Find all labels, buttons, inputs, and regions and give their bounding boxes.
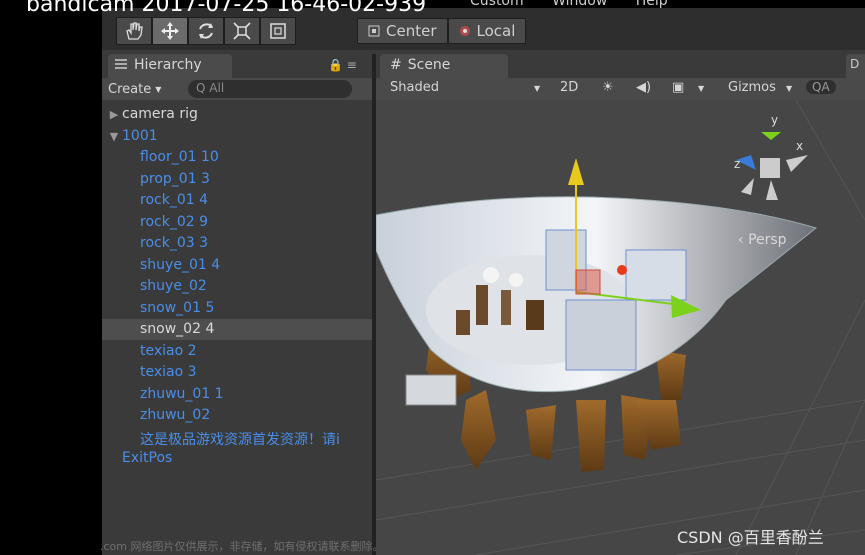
hand-icon (126, 22, 143, 40)
rotate-tool-button[interactable] (188, 17, 224, 45)
hierarchy-item[interactable]: rock_02 9 (102, 212, 372, 233)
csdn-watermark: CSDN @百里香酚兰 (677, 528, 824, 547)
tab-right-panel[interactable]: D (846, 54, 865, 78)
tab-hierarchy[interactable]: Hierarchy (108, 54, 232, 78)
hierarchy-item[interactable]: shuye_01 4 (102, 255, 372, 276)
hierarchy-item-label: texiao 3 (140, 364, 197, 380)
hand-tool-button[interactable] (116, 17, 152, 45)
hierarchy-item-label: 1001 (122, 127, 158, 144)
hierarchy-item[interactable]: rock_01 4 (102, 190, 372, 211)
hierarchy-item-label: camera rig (122, 106, 198, 122)
center-icon (368, 25, 380, 37)
lighting-toggle-icon[interactable]: ☀ (602, 80, 614, 95)
hierarchy-search-input[interactable]: Q All (188, 80, 352, 98)
scale-icon (233, 22, 251, 40)
hierarchy-search-placeholder: All (209, 81, 225, 95)
hierarchy-item[interactable]: ExitPos (102, 448, 372, 469)
shading-mode-dropdown[interactable]: Shaded (390, 80, 439, 95)
hierarchy-item[interactable]: snow_02 4 (102, 319, 372, 340)
scene-viewport[interactable]: y z x ‹ Persp (376, 100, 865, 555)
chevron-down-icon: ▼ (698, 84, 705, 93)
hierarchy-tree: ▶ camera rig ▼ 1001 floor_01 10 prop_01 3 rock… (102, 104, 372, 555)
search-icon: Q (196, 81, 206, 95)
create-label: Create (108, 81, 152, 97)
hierarchy-item[interactable]: shuye_02 (102, 276, 372, 297)
hierarchy-item-label: floor_01 10 (140, 149, 219, 165)
hierarchy-item-label: rock_03 3 (140, 235, 208, 251)
hierarchy-item-label: ExitPos (122, 450, 173, 466)
hierarchy-item[interactable]: ▼ 1001 (102, 126, 372, 147)
tab-scene[interactable]: # Scene (380, 54, 508, 78)
expand-arrow-down-icon[interactable]: ▼ (106, 130, 122, 143)
scene-grid-icon: # (390, 57, 402, 73)
lock-icon[interactable]: 🔒 ≡ (328, 58, 357, 72)
hierarchy-item[interactable]: 这是极品游戏资源首发资源！请i (102, 427, 372, 448)
hierarchy-item-label: rock_02 9 (140, 213, 208, 230)
hierarchy-item-label: shuye_01 4 (140, 256, 221, 273)
hierarchy-item[interactable]: zhuwu_01 1 (102, 384, 372, 405)
chevron-down-icon: ▼ (155, 84, 162, 94)
pivot-center-button[interactable]: Center (357, 18, 448, 44)
hierarchy-item-label: snow_02 4 (140, 321, 215, 337)
hierarchy-item-label: 这是极品游戏资源首发资源！请i (140, 431, 340, 448)
chevron-left-icon: ‹ (738, 232, 744, 248)
move-icon (161, 22, 179, 40)
pivot-toggle-group: Center Local (357, 18, 527, 44)
axis-x-label: x (796, 139, 803, 153)
hierarchy-toolbar: Create ▼ Q All (102, 78, 372, 100)
scene-search-placeholder: A (821, 80, 830, 94)
pivot-local-label: Local (476, 22, 516, 40)
rotate-icon (199, 23, 213, 39)
chevron-down-icon: ▼ (534, 84, 541, 93)
hierarchy-item-label: zhuwu_01 1 (140, 385, 224, 402)
persp-label-text: Persp (748, 232, 787, 248)
image-disclaimer-watermark: .com 网络图片仅供展示，非存储，如有侵权请联系删除。 (100, 540, 384, 553)
create-dropdown-button[interactable]: Create ▼ (108, 80, 161, 98)
hierarchy-item[interactable]: ▶ camera rig (102, 104, 372, 125)
pivot-local-button[interactable]: Local (447, 18, 527, 44)
rect-tool-button[interactable] (260, 17, 296, 45)
hierarchy-item[interactable]: texiao 2 (102, 341, 372, 362)
scene-orientation-gizmo[interactable]: y z x (734, 113, 808, 200)
audio-toggle-icon[interactable]: ◀) (636, 80, 651, 95)
2d-toggle-button[interactable]: 2D (560, 80, 578, 95)
local-icon (459, 26, 470, 36)
hierarchy-tab-label: Hierarchy (134, 57, 202, 73)
hierarchy-item-label: rock_01 4 (140, 192, 208, 208)
rect-icon (270, 23, 286, 39)
axis-y-label: y (771, 113, 778, 127)
hierarchy-item-label: snow_01 5 (140, 299, 215, 316)
unity-editor: Center Local Hierarchy 🔒 ≡ Create ▼ Q Al… (102, 8, 865, 555)
right-panel-label: D (850, 57, 860, 71)
persp-projection-label[interactable]: ‹ Persp (738, 232, 787, 248)
hierarchy-item-label: zhuwu_02 (140, 407, 211, 423)
hierarchy-list-icon (115, 59, 127, 69)
move-tool-button[interactable] (152, 17, 188, 45)
hierarchy-item-label: prop_01 3 (140, 170, 210, 187)
hierarchy-item-label: texiao 2 (140, 342, 197, 359)
hierarchy-item[interactable]: rock_03 3 (102, 233, 372, 254)
scene-search-input[interactable]: QA (806, 80, 836, 94)
scene-render: y z x (376, 100, 865, 555)
effects-toggle-icon[interactable]: ▣ (672, 80, 684, 95)
scene-tab-label: Scene (407, 57, 451, 73)
hierarchy-item[interactable]: floor_01 10 (102, 147, 372, 168)
hierarchy-item[interactable]: texiao 3 (102, 362, 372, 383)
hierarchy-item[interactable]: prop_01 3 (102, 169, 372, 190)
pivot-center-label: Center (386, 22, 437, 40)
scale-tool-button[interactable] (224, 17, 260, 45)
hierarchy-item[interactable]: zhuwu_02 (102, 405, 372, 426)
transform-tools (116, 17, 296, 45)
chevron-down-icon: ▼ (786, 84, 793, 93)
recording-watermark-title: bandicam 2017-07-25 16-46-02-939 (26, 0, 427, 17)
gizmos-dropdown[interactable]: Gizmos (728, 80, 776, 95)
hierarchy-item[interactable]: snow_01 5 (102, 298, 372, 319)
axis-z-label: z (734, 157, 740, 171)
expand-arrow-right-icon[interactable]: ▶ (106, 108, 122, 121)
hierarchy-item-label: shuye_02 (140, 278, 207, 294)
scene-toolbar: Shaded ▼ 2D ☀ ◀) ▣ ▼ Gizmos ▼ QA (376, 78, 865, 100)
